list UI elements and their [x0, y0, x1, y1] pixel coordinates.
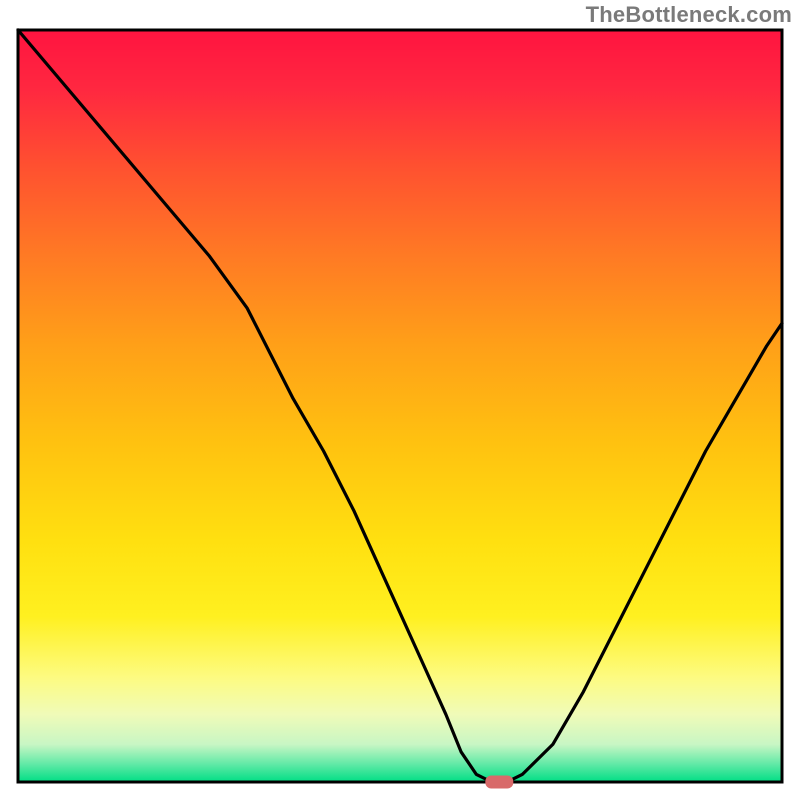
watermark-label: TheBottleneck.com: [586, 2, 792, 28]
bottleneck-chart: [0, 0, 800, 800]
plot-background: [18, 30, 782, 782]
optimal-marker: [485, 776, 513, 789]
chart-container: TheBottleneck.com: [0, 0, 800, 800]
